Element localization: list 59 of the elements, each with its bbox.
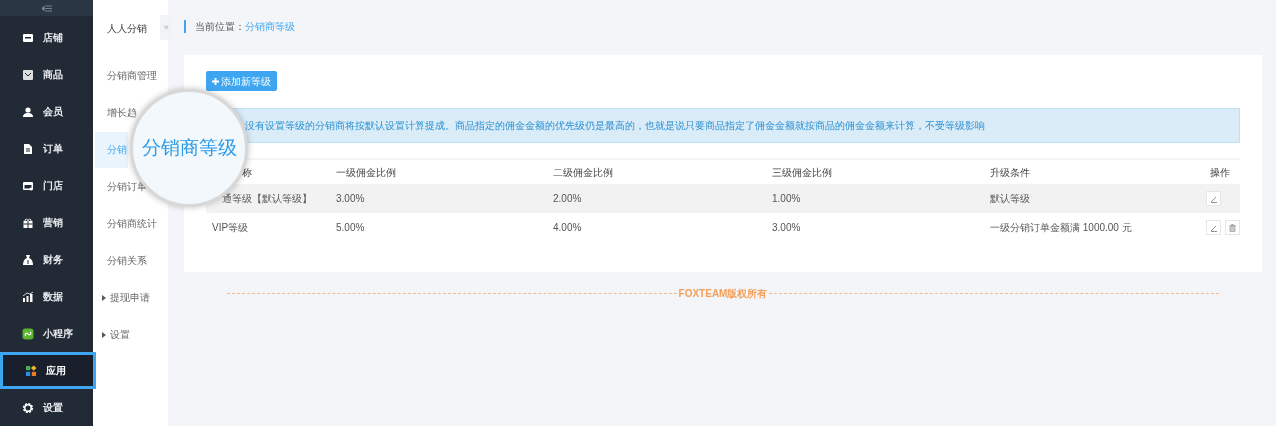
sidebar-item[interactable]: 设置 [0,389,93,426]
submenu-title: 人人分销 [107,21,147,36]
sidebar-item[interactable]: 订单 [0,130,93,167]
sidebar-item[interactable]: 店铺 [0,19,93,56]
table-cell: 4.00% [553,222,582,233]
breadcrumb-label: 当前位置： [195,20,245,34]
trash-icon [1229,223,1236,232]
submenu-group[interactable]: 提现申请 [102,290,150,305]
submenu-item[interactable]: 增长趋 [107,105,137,120]
table-cell: VIP等级 [212,222,249,233]
table-cell: 默认等级 [990,193,1030,204]
menu-icon[interactable] [41,4,52,12]
sidebar-item[interactable]: 会员 [0,93,93,130]
shop-icon [22,179,34,192]
sidebar-item[interactable]: 数据 [0,278,93,315]
table-cell: 一级分销订单金额满 1000.00 元 [990,222,1132,233]
expand-caret-icon [102,331,106,338]
column-header: 二级佣金比例 [553,166,613,178]
notice-text: 没有设置等级的分销商将按默认设置计算提成。商品指定的佣金金额的优先级仍是最高的，也就是说只要商品指定了佣金金额就按商品的佣金金额来计算，不受等级影响 [245,119,985,132]
box-icon [22,68,34,81]
sidebar-item[interactable]: 门店 [0,167,93,204]
edit-button[interactable] [1206,191,1221,206]
table-cell: 1.00% [772,193,801,204]
apps-icon [25,364,37,377]
document-icon [22,142,34,155]
link-icon [22,327,34,340]
settings-icon [22,401,34,414]
table-cell: 3.00% [336,193,365,204]
column-header: 升级条件 [990,166,1030,178]
table-cell: 5.00% [336,222,365,233]
sidebar-item[interactable]: 商品 [0,56,93,93]
column-header: 一级佣金比例 [336,166,396,178]
table-cell: 通等级【默认等级】 [222,193,312,204]
table-cell: 2.00% [553,193,582,204]
submenu-group[interactable]: 设置 [102,327,130,342]
chart-icon [22,290,34,303]
delete-button[interactable] [1225,220,1240,235]
sidebar-item[interactable]: 小程序 [0,315,93,352]
pencil-icon [1209,194,1218,203]
edit-button[interactable] [1206,220,1221,235]
sidebar-item[interactable]: 营销 [0,204,93,241]
column-header: 操作 [1210,166,1230,178]
store-icon [22,31,34,44]
money-bag-icon [22,253,34,266]
pencil-icon [1209,223,1218,232]
gift-icon [22,216,34,229]
copyright-text: FOXTEAM版权所有 [677,287,769,301]
user-icon [22,105,34,118]
column-header: 称 [242,166,252,178]
sidebar-item[interactable]: 财务 [0,241,93,278]
plus-icon [212,77,219,85]
table-cell: 3.00% [772,222,801,233]
submenu-item[interactable]: 分销关系 [107,253,147,268]
sidebar-item[interactable]: 应用 [0,352,96,389]
submenu-item[interactable]: 分销商管理 [107,68,157,83]
submenu-item[interactable]: 分销商统计 [107,216,157,231]
expand-caret-icon [102,294,106,301]
magnified-text: 分销商等级 [141,135,237,160]
column-header: 三级佣金比例 [772,166,832,178]
